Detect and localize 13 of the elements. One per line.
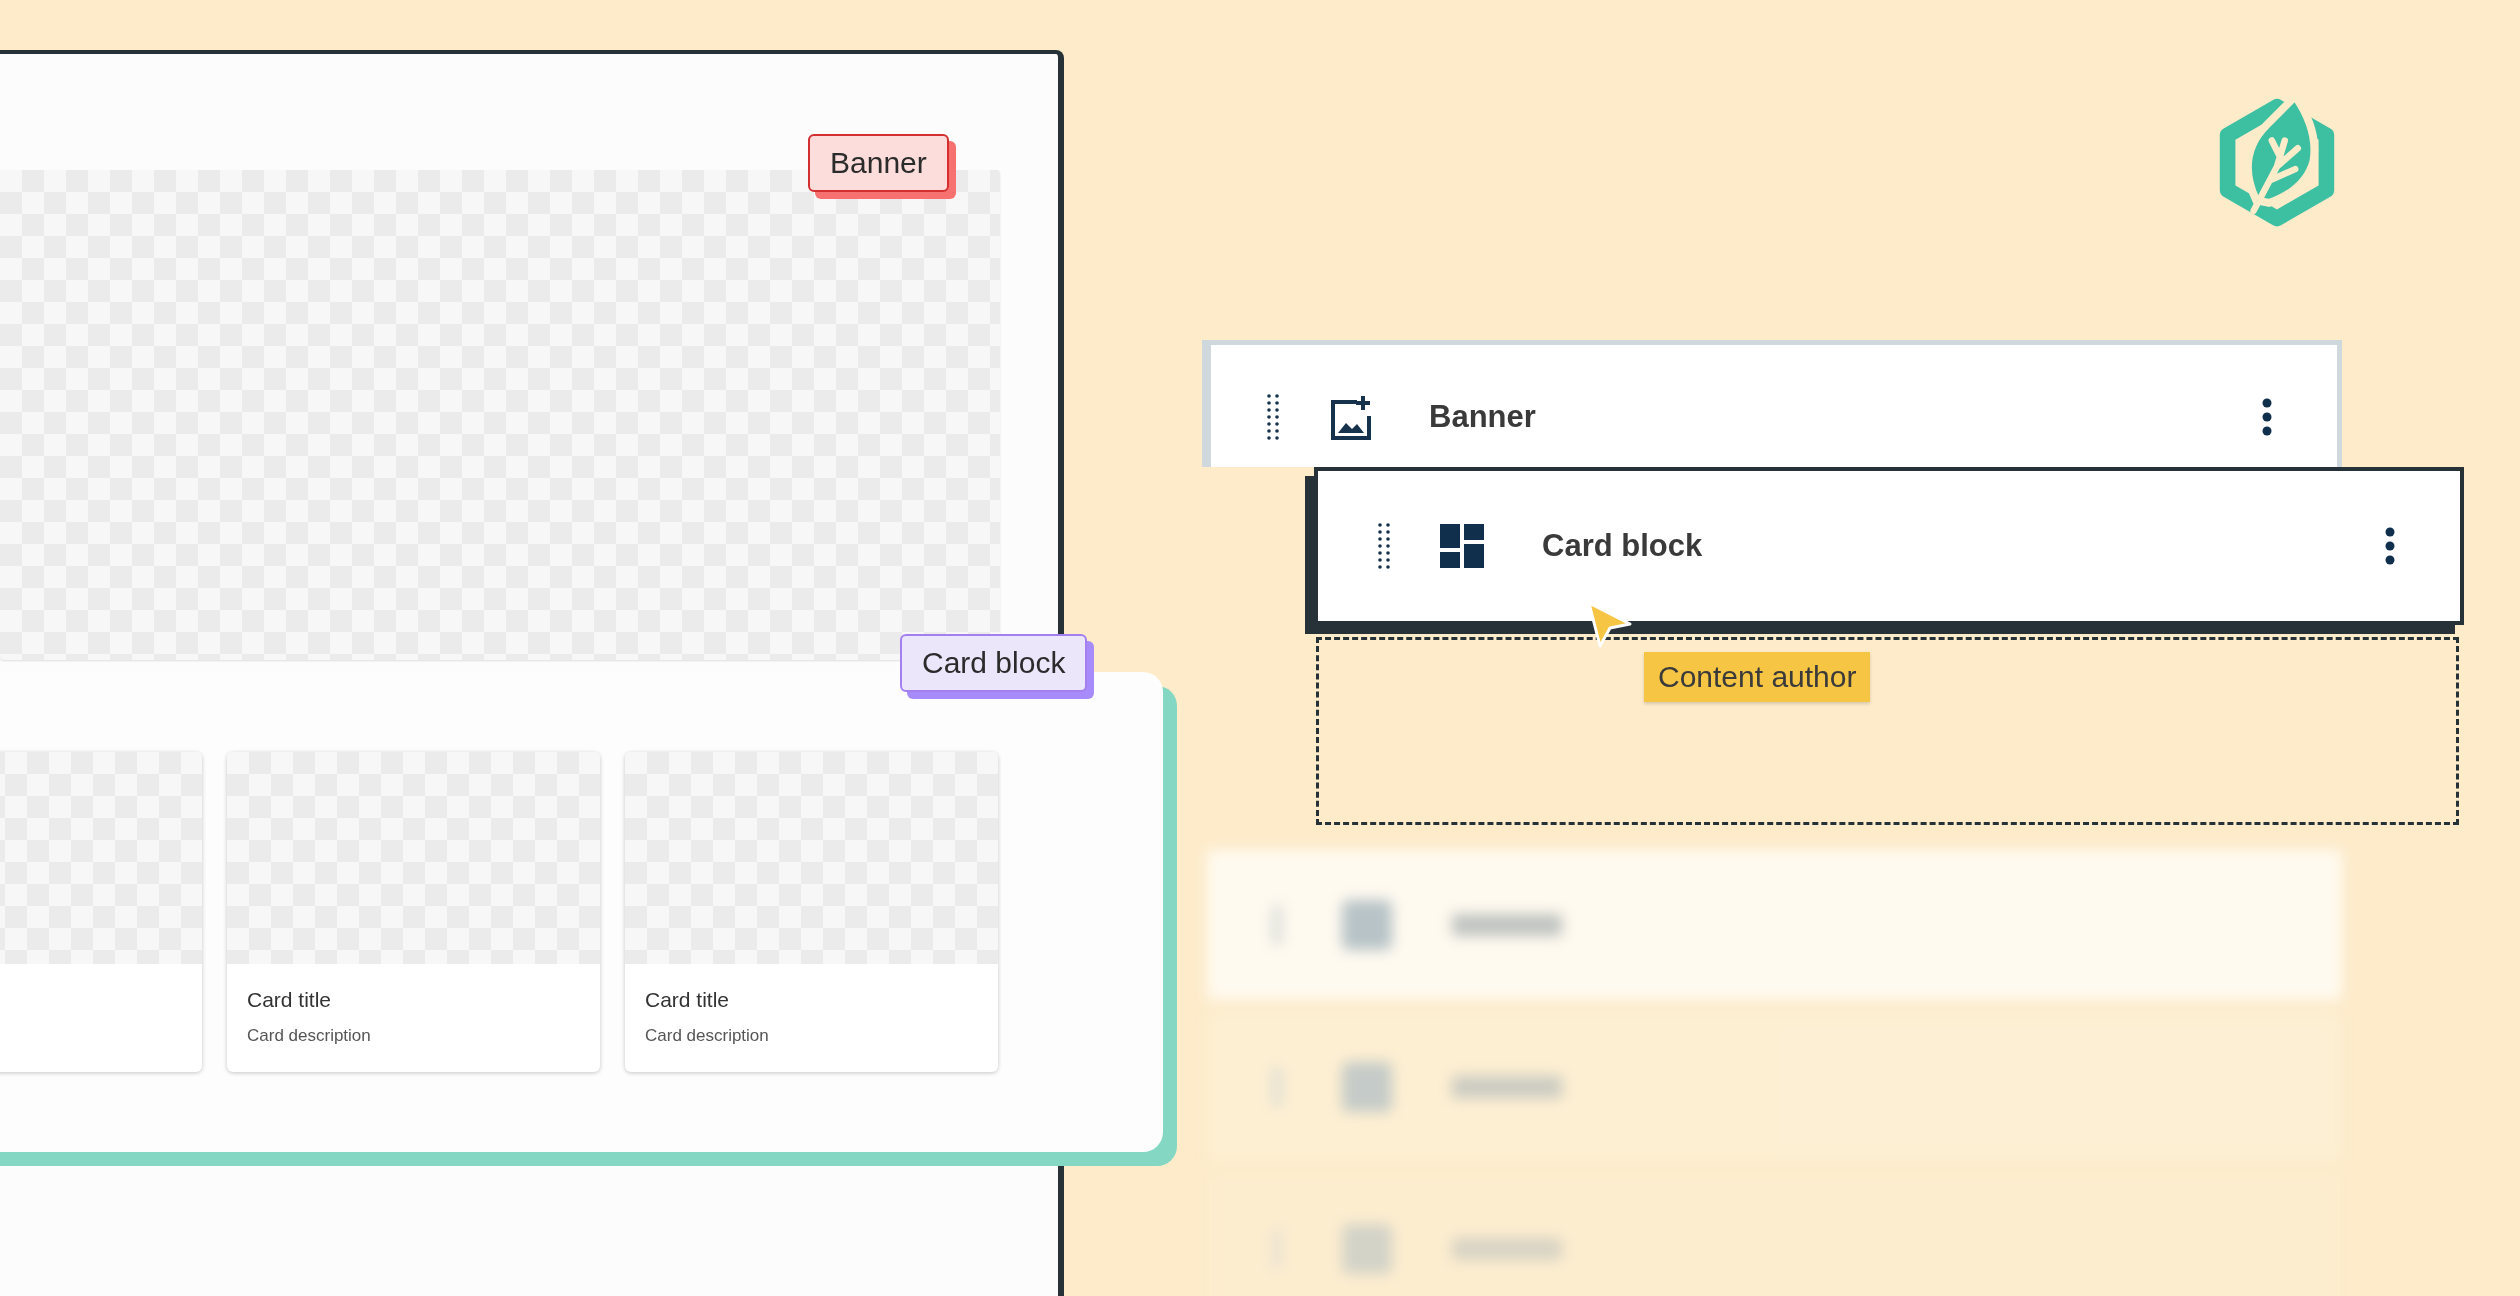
more-icon[interactable] [2384, 527, 2396, 565]
layout-icon [1438, 522, 1486, 570]
block-row[interactable]: Banner [1202, 340, 2342, 467]
cursor-label: Content author [1644, 652, 1871, 702]
card-description: Card description [247, 1026, 372, 1046]
more-icon[interactable] [2261, 398, 2273, 436]
block-label: Card block [1542, 528, 1703, 564]
card-description: Card description [645, 1026, 770, 1046]
card-title: Card title [247, 988, 333, 1012]
block-label: Banner [1429, 399, 1536, 435]
card-title: Card title [645, 988, 731, 1012]
drag-handle-icon[interactable] [1378, 523, 1390, 569]
drag-handle-icon[interactable] [1267, 394, 1279, 440]
